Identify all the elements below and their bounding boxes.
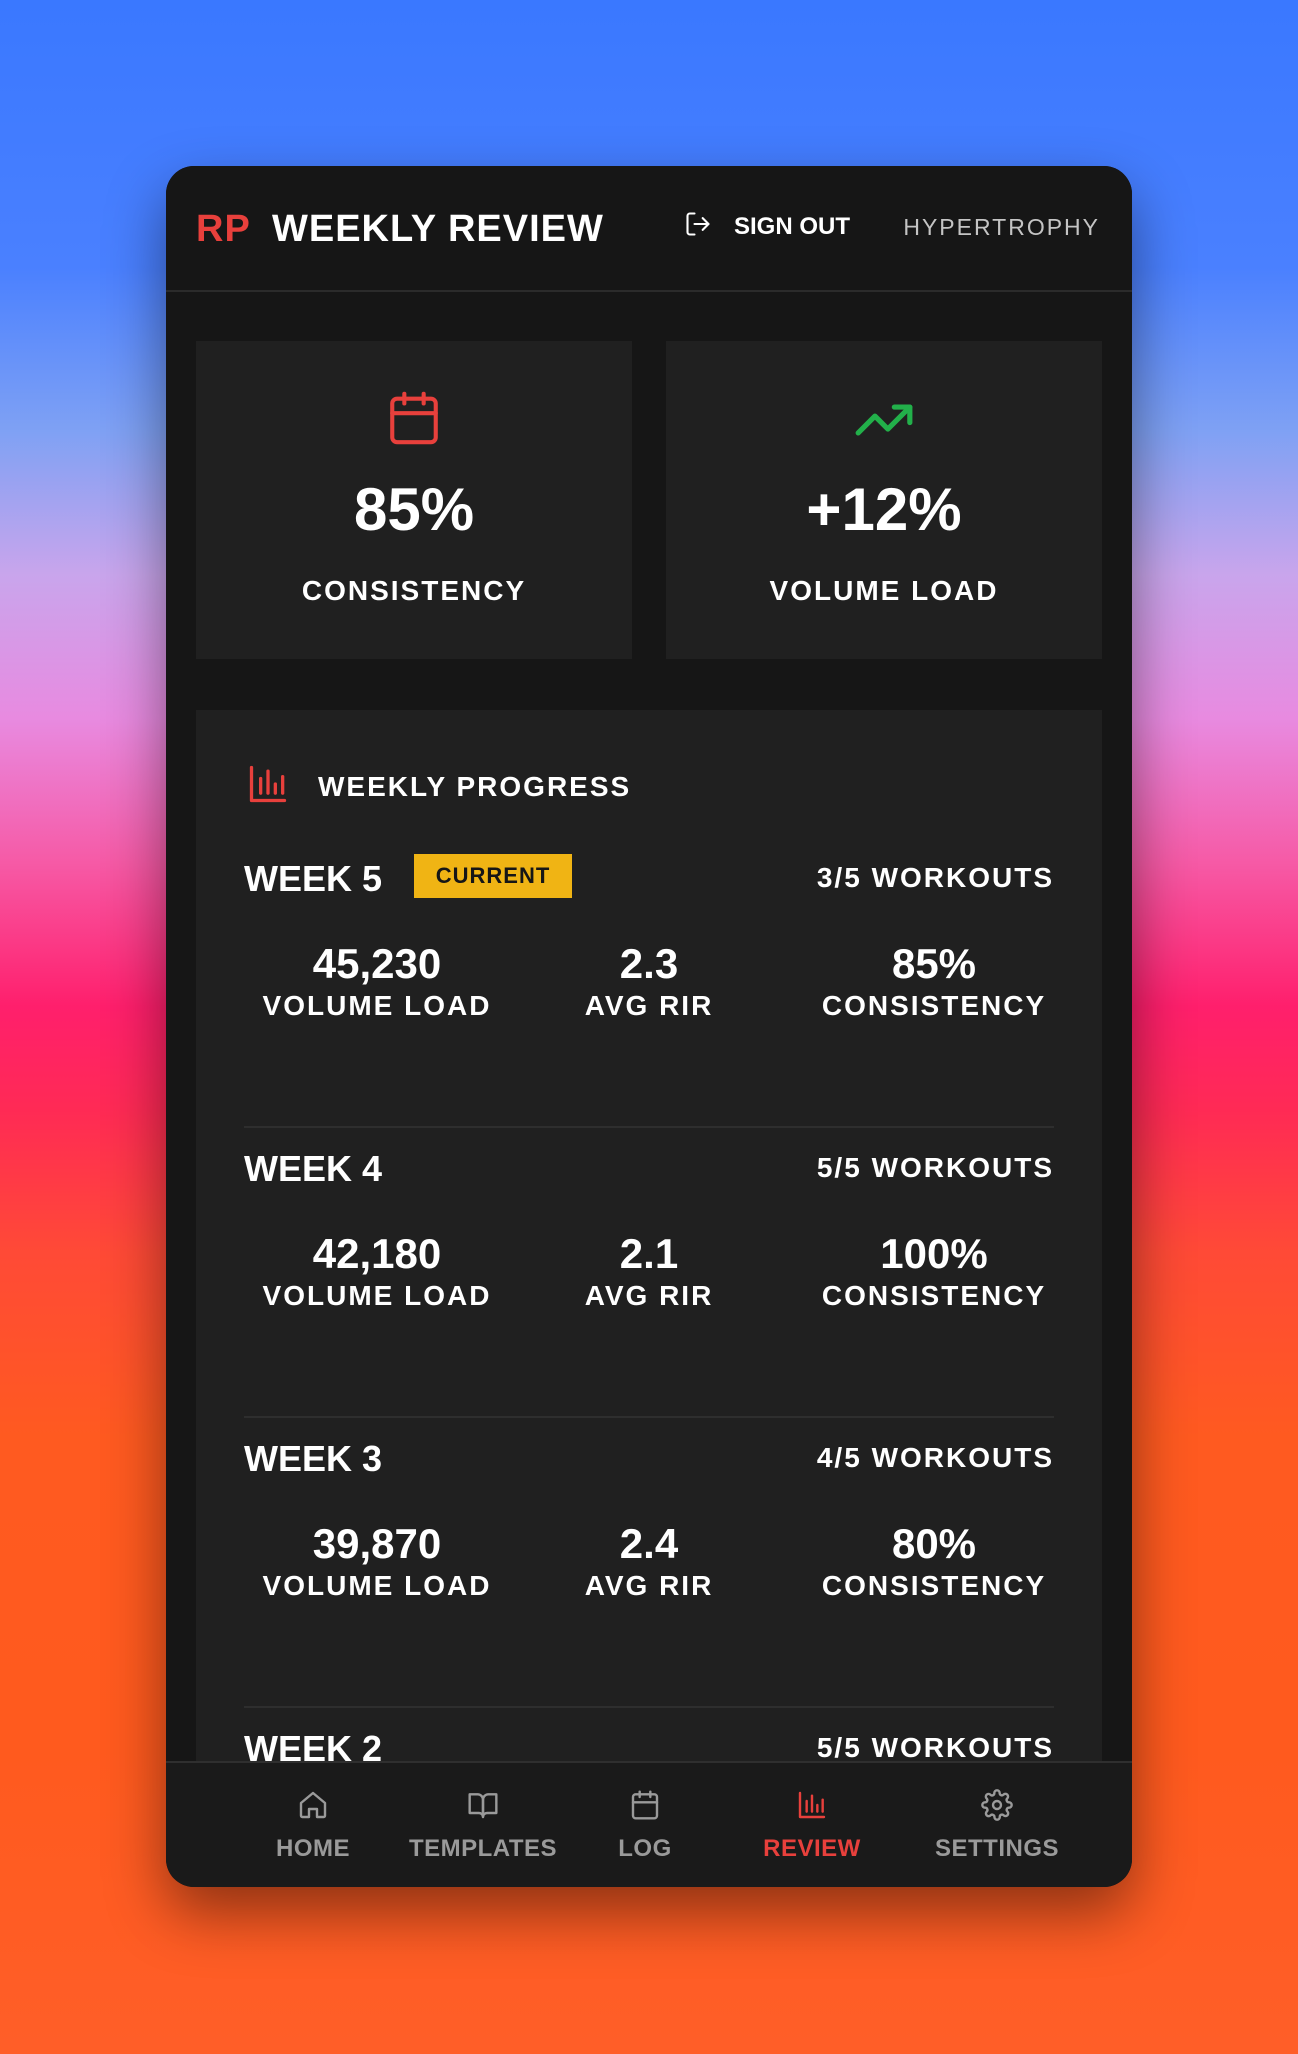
main-content: 85% CONSISTENCY +12% VOLUME LOAD WEEKLY … (166, 292, 1132, 1887)
calendar-icon (196, 389, 632, 447)
week-workouts: 5/5 WORKOUTS (816, 1732, 1054, 1763)
week-volume-load: 39,870 VOLUME LOAD (247, 1520, 507, 1602)
current-badge: CURRENT (414, 854, 572, 898)
consistency-value: 80% (891, 1520, 977, 1567)
avg-rir-label: AVG RIR (584, 1280, 714, 1311)
weekly-progress-header: WEEKLY PROGRESS (246, 762, 631, 811)
volume-load-label: VOLUME LOAD (262, 1570, 492, 1601)
avg-rir-value: 2.1 (619, 1230, 679, 1277)
nav-label: LOG (618, 1835, 672, 1862)
weekly-progress-title: WEEKLY PROGRESS (318, 770, 632, 802)
gear-icon (899, 1789, 1095, 1825)
week-workouts: 3/5 WORKOUTS (816, 862, 1054, 893)
week-avg-rir: 2.3 AVG RIR (519, 940, 779, 1022)
avg-rir-label: AVG RIR (584, 1570, 714, 1601)
bottom-nav: HOME TEMPLATES LOG REVIEW SETTINGS (166, 1761, 1132, 1887)
volume-load-value: 45,230 (312, 940, 442, 987)
volume-load-value: +12% (806, 476, 962, 543)
volume-load-value: 42,180 (312, 1230, 442, 1277)
week-volume-load: 45,230 VOLUME LOAD (247, 940, 507, 1022)
consistency-value: 85% (353, 476, 475, 543)
sign-out-icon (684, 210, 712, 243)
calendar-icon (585, 1789, 705, 1825)
bar-chart-icon (246, 762, 290, 811)
app-header: RP WEEKLY REVIEW SIGN OUT HYPERTROPHY (166, 166, 1132, 292)
week-avg-rir: 2.1 AVG RIR (519, 1230, 779, 1312)
nav-label: SETTINGS (934, 1835, 1059, 1862)
page-title: WEEKLY REVIEW (272, 208, 604, 250)
book-icon (388, 1789, 578, 1825)
home-icon (238, 1789, 388, 1825)
app-frame: RP WEEKLY REVIEW SIGN OUT HYPERTROPHY 85… (166, 166, 1132, 1887)
consistency-label: CONSISTENCY (301, 575, 527, 606)
consistency-value: 100% (880, 1230, 988, 1277)
avg-rir-label: AVG RIR (584, 990, 714, 1021)
avg-rir-value: 2.4 (619, 1520, 679, 1567)
volume-load-label: VOLUME LOAD (262, 990, 492, 1021)
week-volume-load: 42,180 VOLUME LOAD (247, 1230, 507, 1312)
sign-out-button[interactable]: SIGN OUT (684, 210, 850, 243)
consistency-label: CONSISTENCY (821, 1570, 1047, 1601)
consistency-label: CONSISTENCY (821, 990, 1047, 1021)
volume-load-label: VOLUME LOAD (262, 1280, 492, 1311)
app-logo: RP (196, 208, 251, 250)
nav-label: HOME (276, 1835, 350, 1862)
bar-chart-icon (727, 1789, 897, 1825)
week-consistency: 100% CONSISTENCY (804, 1230, 1064, 1312)
nav-item-settings[interactable]: SETTINGS (899, 1789, 1095, 1863)
nav-item-templates[interactable]: TEMPLATES (388, 1789, 578, 1863)
week-row[interactable]: WEEK 4 5/5 WORKOUTS 42,180 VOLUME LOAD 2… (244, 1128, 1054, 1418)
consistency-value: 85% (891, 940, 977, 987)
volume-load-stat-card: +12% VOLUME LOAD (666, 341, 1102, 659)
week-name: WEEK 4 (244, 1148, 383, 1189)
trending-up-icon (666, 389, 1102, 451)
week-row[interactable]: WEEK 3 4/5 WORKOUTS 39,870 VOLUME LOAD 2… (244, 1418, 1054, 1708)
consistency-stat-card: 85% CONSISTENCY (196, 341, 632, 659)
nav-label: TEMPLATES (408, 1835, 558, 1862)
avg-rir-value: 2.3 (619, 940, 679, 987)
week-name: WEEK 5 (244, 858, 383, 899)
week-row[interactable]: WEEK 5 CURRENT 3/5 WORKOUTS 45,230 VOLUM… (244, 838, 1054, 1128)
weekly-progress-panel: WEEKLY PROGRESS WEEK 5 CURRENT 3/5 WORKO… (196, 710, 1102, 1887)
sign-out-label: SIGN OUT (734, 212, 851, 240)
nav-item-review[interactable]: REVIEW (727, 1789, 897, 1863)
volume-load-value: 39,870 (312, 1520, 442, 1567)
week-workouts: 4/5 WORKOUTS (816, 1442, 1054, 1473)
week-avg-rir: 2.4 AVG RIR (519, 1520, 779, 1602)
week-consistency: 85% CONSISTENCY (804, 940, 1064, 1022)
volume-load-label: VOLUME LOAD (769, 575, 999, 606)
week-name: WEEK 3 (244, 1438, 383, 1479)
consistency-label: CONSISTENCY (821, 1280, 1047, 1311)
week-consistency: 80% CONSISTENCY (804, 1520, 1064, 1602)
nav-item-log[interactable]: LOG (585, 1789, 705, 1863)
nav-label: REVIEW (763, 1835, 861, 1862)
nav-item-home[interactable]: HOME (238, 1789, 388, 1863)
week-workouts: 5/5 WORKOUTS (816, 1152, 1054, 1183)
training-mode-label: HYPERTROPHY (903, 214, 1100, 240)
